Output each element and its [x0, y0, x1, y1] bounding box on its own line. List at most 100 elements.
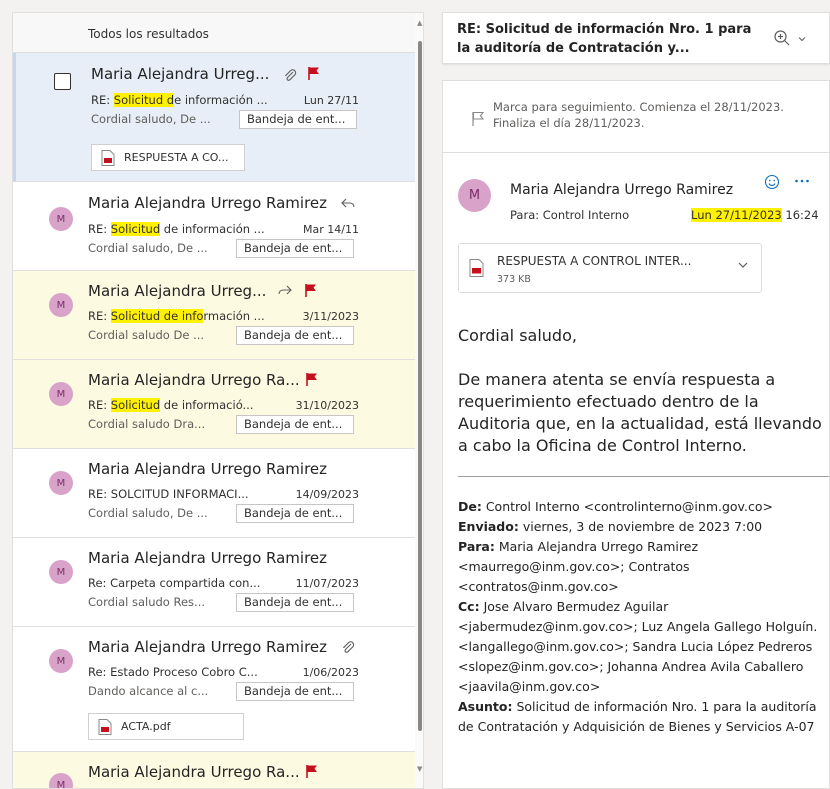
- sender-name: Maria Alejandra Urrego Ra...: [88, 763, 300, 781]
- avatar: M: [49, 560, 73, 584]
- sender-name: Maria Alejandra Urreg...: [88, 282, 267, 300]
- list-scrollbar[interactable]: ▲ ▼: [415, 13, 423, 788]
- flag-icon[interactable]: [306, 765, 318, 778]
- subject-label: Asunto:: [458, 699, 513, 714]
- message-sender[interactable]: Maria Alejandra Urrego Ramirez: [510, 182, 733, 198]
- body-paragraph: De manera atenta se envía respuesta a re…: [458, 370, 822, 455]
- reply-icon: [341, 198, 355, 208]
- message-item[interactable]: M Maria Alejandra Urrego Ramirez RE: Sol…: [13, 182, 415, 271]
- subject-value: Solicitud de información Nro. 1 para la …: [458, 699, 817, 734]
- avatar: M: [49, 293, 73, 317]
- zoom-button[interactable]: [773, 29, 813, 49]
- subject-line: RE: SOLCITUD INFORMACI...: [88, 487, 249, 501]
- sender-name: Maria Alejandra Urrego Ramirez: [88, 638, 328, 656]
- subject-line: RE: Solicitud de informació...: [88, 398, 254, 412]
- pdf-file-icon: [469, 259, 484, 277]
- zoom-in-icon: [774, 30, 790, 46]
- paperclip-icon: [343, 641, 355, 653]
- preview-text: Cordial saludo, De ...: [91, 112, 211, 126]
- avatar: M: [49, 649, 73, 673]
- folder-badge: Bandeja de ent...: [236, 239, 354, 258]
- scroll-up-arrow-icon[interactable]: ▲: [417, 19, 422, 27]
- preview-text: Cordial saludo, De ...: [88, 506, 208, 520]
- attachment-chip[interactable]: ACTA.pdf: [88, 713, 244, 740]
- message-list-pane: Todos los resultados Maria Alejandra Urr…: [12, 12, 424, 789]
- message-item[interactable]: M Maria Alejandra Urrego Ramirez Re: Est…: [13, 627, 415, 752]
- subject-line: RE: Solicitud de información ...: [91, 93, 268, 107]
- preview-text: Cordial saludo Dra...: [88, 417, 206, 431]
- folder-badge: Bandeja de ent...: [239, 110, 357, 129]
- scroll-down-arrow-icon[interactable]: ▼: [417, 765, 422, 773]
- chevron-down-icon: [798, 37, 806, 42]
- attachment-chip[interactable]: RESPUESTA A CO...: [91, 144, 245, 171]
- subject-line: Re: Estado Proceso Cobro C...: [88, 665, 258, 679]
- attachment-card[interactable]: RESPUESTA A CONTROL INTER... 373 KB: [458, 243, 762, 293]
- preview-text: Dando alcance al c...: [88, 684, 209, 698]
- subject-line: RE: Solicitud de información ...: [88, 309, 265, 323]
- preview-text: Cordial saludo De ...: [88, 328, 205, 342]
- flag-icon[interactable]: [306, 373, 318, 386]
- chevron-down-icon: [738, 262, 748, 268]
- avatar: M: [49, 471, 73, 495]
- list-header-label: Todos los resultados: [88, 27, 209, 41]
- message-list: Maria Alejandra Urreg... RE: Solicitud d…: [13, 53, 415, 788]
- message-item[interactable]: M Maria Alejandra Urreg... RE: Solicitud…: [13, 271, 415, 360]
- preview-text: Cordial saludo, De ...: [88, 241, 208, 255]
- reading-pane: Marca para seguimiento. Comienza el 28/1…: [442, 80, 830, 789]
- smiley-icon: [764, 174, 780, 190]
- sender-name: Maria Alejandra Urrego Ramirez: [88, 549, 328, 567]
- quote-divider: [458, 476, 829, 477]
- from-label: De:: [458, 499, 482, 514]
- from-value: Control Interno <controlinterno@inm.gov.…: [481, 499, 773, 514]
- message-item[interactable]: Maria Alejandra Urreg... RE: Solicitud d…: [13, 53, 415, 182]
- select-checkbox[interactable]: [54, 73, 71, 90]
- received-date: Lun 27/11: [303, 94, 359, 107]
- received-date: 31/10/2023: [295, 399, 359, 412]
- message-item[interactable]: M Maria Alejandra Urrego Ramirez RE: SOL…: [13, 449, 415, 538]
- more-dots-icon: [795, 179, 809, 183]
- sender-name: Maria Alejandra Urrego Ramirez: [88, 460, 328, 478]
- avatar: M: [49, 773, 73, 788]
- sender-avatar[interactable]: M: [458, 179, 491, 212]
- list-header: Todos los resultados: [13, 13, 423, 53]
- message-date: Lun 27/11/2023 16:24: [691, 208, 819, 222]
- message-item[interactable]: M Maria Alejandra Urrego Ra... RE: Solic…: [13, 360, 415, 449]
- flag-outline-icon: [472, 111, 485, 126]
- scroll-thumb[interactable]: [418, 41, 422, 731]
- avatar: M: [49, 382, 73, 406]
- follow-up-text: Marca para seguimiento. Comienza el 28/1…: [493, 100, 784, 130]
- conversation-title: RE: Solicitud de información Nro. 1 para…: [457, 22, 752, 56]
- avatar: M: [49, 207, 73, 231]
- message-recipients: Para: Control Interno: [510, 208, 630, 222]
- sender-name: Maria Alejandra Urrego Ra...: [88, 371, 300, 389]
- received-date: 1/06/2023: [302, 666, 359, 679]
- sender-name: Maria Alejandra Urreg...: [91, 65, 270, 83]
- attachment-name: RESPUESTA A CONTROL INTER...: [497, 254, 692, 268]
- body-greeting: Cordial saludo,: [458, 326, 577, 345]
- pdf-file-icon: [98, 719, 112, 735]
- cc-value: Jose Alvaro Bermudez Aguilar <jabermudez…: [458, 599, 818, 694]
- message-item[interactable]: M Maria Alejandra Urrego Ra...: [13, 752, 415, 788]
- folder-badge: Bandeja de ent...: [236, 682, 354, 701]
- folder-badge: Bandeja de ent...: [236, 415, 354, 434]
- message-item[interactable]: M Maria Alejandra Urrego Ramirez Re: Car…: [13, 538, 415, 627]
- more-actions-button[interactable]: [794, 172, 810, 188]
- received-date: Mar 14/11: [303, 223, 359, 236]
- sent-value: viernes, 3 de noviembre de 2023 7:00: [518, 519, 763, 534]
- pdf-file-icon: [101, 150, 115, 166]
- received-date: 3/11/2023: [302, 310, 359, 323]
- forward-icon: [278, 285, 292, 295]
- flag-icon[interactable]: [308, 67, 320, 80]
- react-button[interactable]: [764, 174, 780, 194]
- to-label: Para:: [458, 539, 495, 554]
- sent-label: Enviado:: [458, 519, 519, 534]
- cc-label: Cc:: [458, 599, 480, 614]
- received-date: 14/09/2023: [295, 488, 359, 501]
- attachment-menu-button[interactable]: [737, 259, 749, 274]
- sender-name: Maria Alejandra Urrego Ramirez: [88, 194, 328, 212]
- subject-line: Re: Carpeta compartida con...: [88, 576, 261, 590]
- preview-text: Cordial saludo Res...: [88, 595, 206, 609]
- to-value: Maria Alejandra Urrego Ramirez <maurrego…: [458, 539, 699, 594]
- flag-icon[interactable]: [305, 284, 317, 297]
- folder-badge: Bandeja de ent...: [236, 504, 354, 523]
